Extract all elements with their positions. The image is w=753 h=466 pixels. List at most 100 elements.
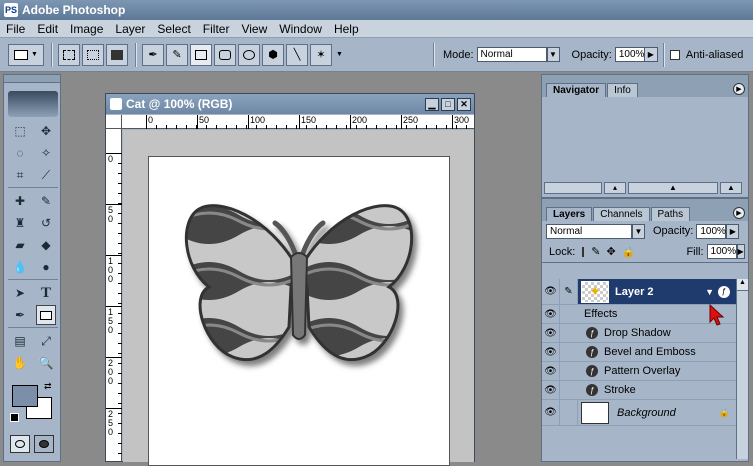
- photoshop-feather-logo-icon[interactable]: [8, 91, 58, 117]
- hand-tool-icon[interactable]: ✋: [10, 353, 30, 373]
- visibility-eye-icon[interactable]: 👁: [542, 279, 560, 304]
- layer-opacity-arrow-icon[interactable]: ▶: [726, 223, 740, 239]
- history-brush-tool-icon[interactable]: ↺: [36, 213, 56, 233]
- menu-file[interactable]: File: [0, 22, 31, 36]
- paint-bucket-tool-icon[interactable]: ◆: [36, 235, 56, 255]
- tab-paths[interactable]: Paths: [650, 207, 691, 221]
- layer-effects-icon[interactable]: ƒ: [718, 285, 730, 298]
- menu-edit[interactable]: Edit: [31, 22, 64, 36]
- opacity-input[interactable]: 100%: [614, 47, 645, 62]
- navigator-preview[interactable]: [542, 97, 748, 181]
- notes-tool-icon[interactable]: ▤: [10, 331, 30, 351]
- ellipse-tool-button[interactable]: [238, 43, 260, 66]
- scroll-up-arrow-icon[interactable]: ▲: [737, 279, 748, 291]
- menu-filter[interactable]: Filter: [197, 22, 236, 36]
- menu-window[interactable]: Window: [273, 22, 328, 36]
- lock-move-icon[interactable]: ✥: [607, 245, 616, 258]
- pen-tool-icon[interactable]: ✒: [10, 305, 30, 325]
- default-colors-icon[interactable]: [10, 413, 19, 422]
- polygon-tool-button[interactable]: ⬢: [262, 43, 284, 66]
- fill-arrow-icon[interactable]: ▶: [736, 244, 745, 259]
- visibility-eye-icon[interactable]: 👁: [542, 381, 560, 399]
- opacity-arrow-icon[interactable]: ▶: [644, 47, 658, 62]
- foreground-color-swatch-front[interactable]: [12, 385, 38, 407]
- rectangle-shape-tool-icon[interactable]: [36, 305, 56, 325]
- zoom-field[interactable]: [544, 182, 602, 194]
- type-tool-icon[interactable]: T: [36, 283, 56, 303]
- quickmask-mode-button[interactable]: [34, 435, 54, 453]
- close-button[interactable]: ✕: [457, 97, 471, 111]
- effect-row[interactable]: 👁 ƒ Bevel and Emboss: [542, 343, 736, 362]
- chevron-down-icon[interactable]: ▼: [336, 51, 343, 58]
- brush-link-icon[interactable]: ✎: [560, 279, 578, 304]
- menu-image[interactable]: Image: [64, 22, 109, 36]
- horizontal-ruler[interactable]: 0 50 100 150 200 250 300: [122, 115, 474, 129]
- tab-layers[interactable]: Layers: [546, 207, 593, 221]
- zoom-out-icon[interactable]: ▴: [604, 182, 626, 194]
- canvas-area[interactable]: [123, 130, 474, 466]
- custom-shape-button[interactable]: ✶: [310, 43, 332, 66]
- rounded-rectangle-button[interactable]: [214, 43, 236, 66]
- zoom-in-icon[interactable]: ▲: [720, 182, 742, 194]
- layer-2-row[interactable]: 👁 ✎ ✦ Layer 2 ▼ ƒ: [542, 279, 736, 305]
- path-selection-tool-icon[interactable]: ➤: [10, 283, 30, 303]
- zoom-slider-thumb-icon[interactable]: ▲: [669, 183, 677, 192]
- toolbox-grip[interactable]: [4, 75, 60, 83]
- rectangle-tool-button[interactable]: [190, 43, 212, 66]
- freeform-pen-button[interactable]: ✎: [166, 43, 188, 66]
- mode-select[interactable]: Normal: [476, 47, 547, 62]
- panel-menu-arrow-icon[interactable]: ▶: [733, 83, 745, 95]
- visibility-eye-icon[interactable]: 👁: [542, 362, 560, 380]
- fill-input[interactable]: 100%: [706, 244, 737, 259]
- visibility-eye-icon[interactable]: 👁: [542, 324, 560, 342]
- brush-tool-icon[interactable]: ✎: [36, 191, 56, 211]
- link-slot[interactable]: [560, 400, 578, 425]
- mode-dropdown-arrow-icon[interactable]: ▼: [546, 47, 560, 62]
- blend-mode-arrow-icon[interactable]: ▼: [632, 223, 645, 239]
- eraser-tool-icon[interactable]: ▰: [10, 235, 30, 255]
- lock-paint-icon[interactable]: ✎: [591, 245, 600, 258]
- minimize-button[interactable]: ▁: [425, 97, 439, 111]
- clone-stamp-tool-icon[interactable]: ♜: [10, 213, 30, 233]
- fill-pixels-button[interactable]: [106, 43, 128, 66]
- zoom-slider[interactable]: ▲: [628, 182, 718, 194]
- menu-select[interactable]: Select: [151, 22, 196, 36]
- visibility-eye-icon[interactable]: 👁: [542, 400, 560, 425]
- tab-navigator[interactable]: Navigator: [546, 83, 607, 97]
- vertical-ruler[interactable]: 0 5 0 1 0 0 1 5 0 2 0 0 2 5 0: [106, 129, 122, 461]
- paths-button[interactable]: [82, 43, 104, 66]
- layer-opacity-input[interactable]: 100%: [696, 223, 727, 239]
- eyedropper-tool-icon[interactable]: ⤢: [36, 331, 56, 351]
- lock-all-icon[interactable]: 🔒: [622, 245, 636, 258]
- lasso-tool-icon[interactable]: ◌: [10, 143, 30, 163]
- crop-tool-icon[interactable]: ⌗: [10, 165, 30, 185]
- canvas[interactable]: [148, 156, 450, 466]
- move-tool-icon[interactable]: ✥: [36, 121, 56, 141]
- lock-transparency-icon[interactable]: [582, 246, 585, 257]
- visibility-eye-icon[interactable]: 👁: [542, 343, 560, 361]
- menu-view[interactable]: View: [235, 22, 273, 36]
- swap-colors-icon[interactable]: ⇄: [44, 381, 52, 392]
- tab-channels[interactable]: Channels: [593, 207, 650, 221]
- tab-info[interactable]: Info: [607, 83, 638, 97]
- effects-toggle-icon[interactable]: ▼: [705, 287, 714, 297]
- standard-mode-button[interactable]: [10, 435, 30, 453]
- layers-scrollbar[interactable]: ▲: [736, 279, 748, 459]
- visibility-eye-icon[interactable]: 👁: [542, 305, 560, 323]
- ruler-origin[interactable]: [106, 115, 122, 129]
- slice-tool-icon[interactable]: ⟋: [36, 165, 56, 185]
- pen-tool-button[interactable]: ✒: [142, 43, 164, 66]
- line-tool-button[interactable]: ╲: [286, 43, 308, 66]
- healing-brush-tool-icon[interactable]: ✚: [10, 191, 30, 211]
- zoom-tool-icon[interactable]: 🔍: [36, 353, 56, 373]
- effect-row[interactable]: 👁 ƒ Stroke: [542, 381, 736, 400]
- effect-row[interactable]: 👁 ƒ Pattern Overlay: [542, 362, 736, 381]
- panel-menu-arrow-icon[interactable]: ▶: [733, 207, 745, 219]
- blur-tool-icon[interactable]: 💧: [10, 257, 30, 277]
- dodge-tool-icon[interactable]: ●: [36, 257, 56, 277]
- magic-wand-tool-icon[interactable]: ✧: [36, 143, 56, 163]
- marquee-tool-icon[interactable]: ⬚: [10, 121, 30, 141]
- menu-help[interactable]: Help: [328, 22, 365, 36]
- blend-mode-select[interactable]: Normal: [546, 223, 632, 239]
- background-layer-row[interactable]: 👁 Background 🔒: [542, 400, 736, 426]
